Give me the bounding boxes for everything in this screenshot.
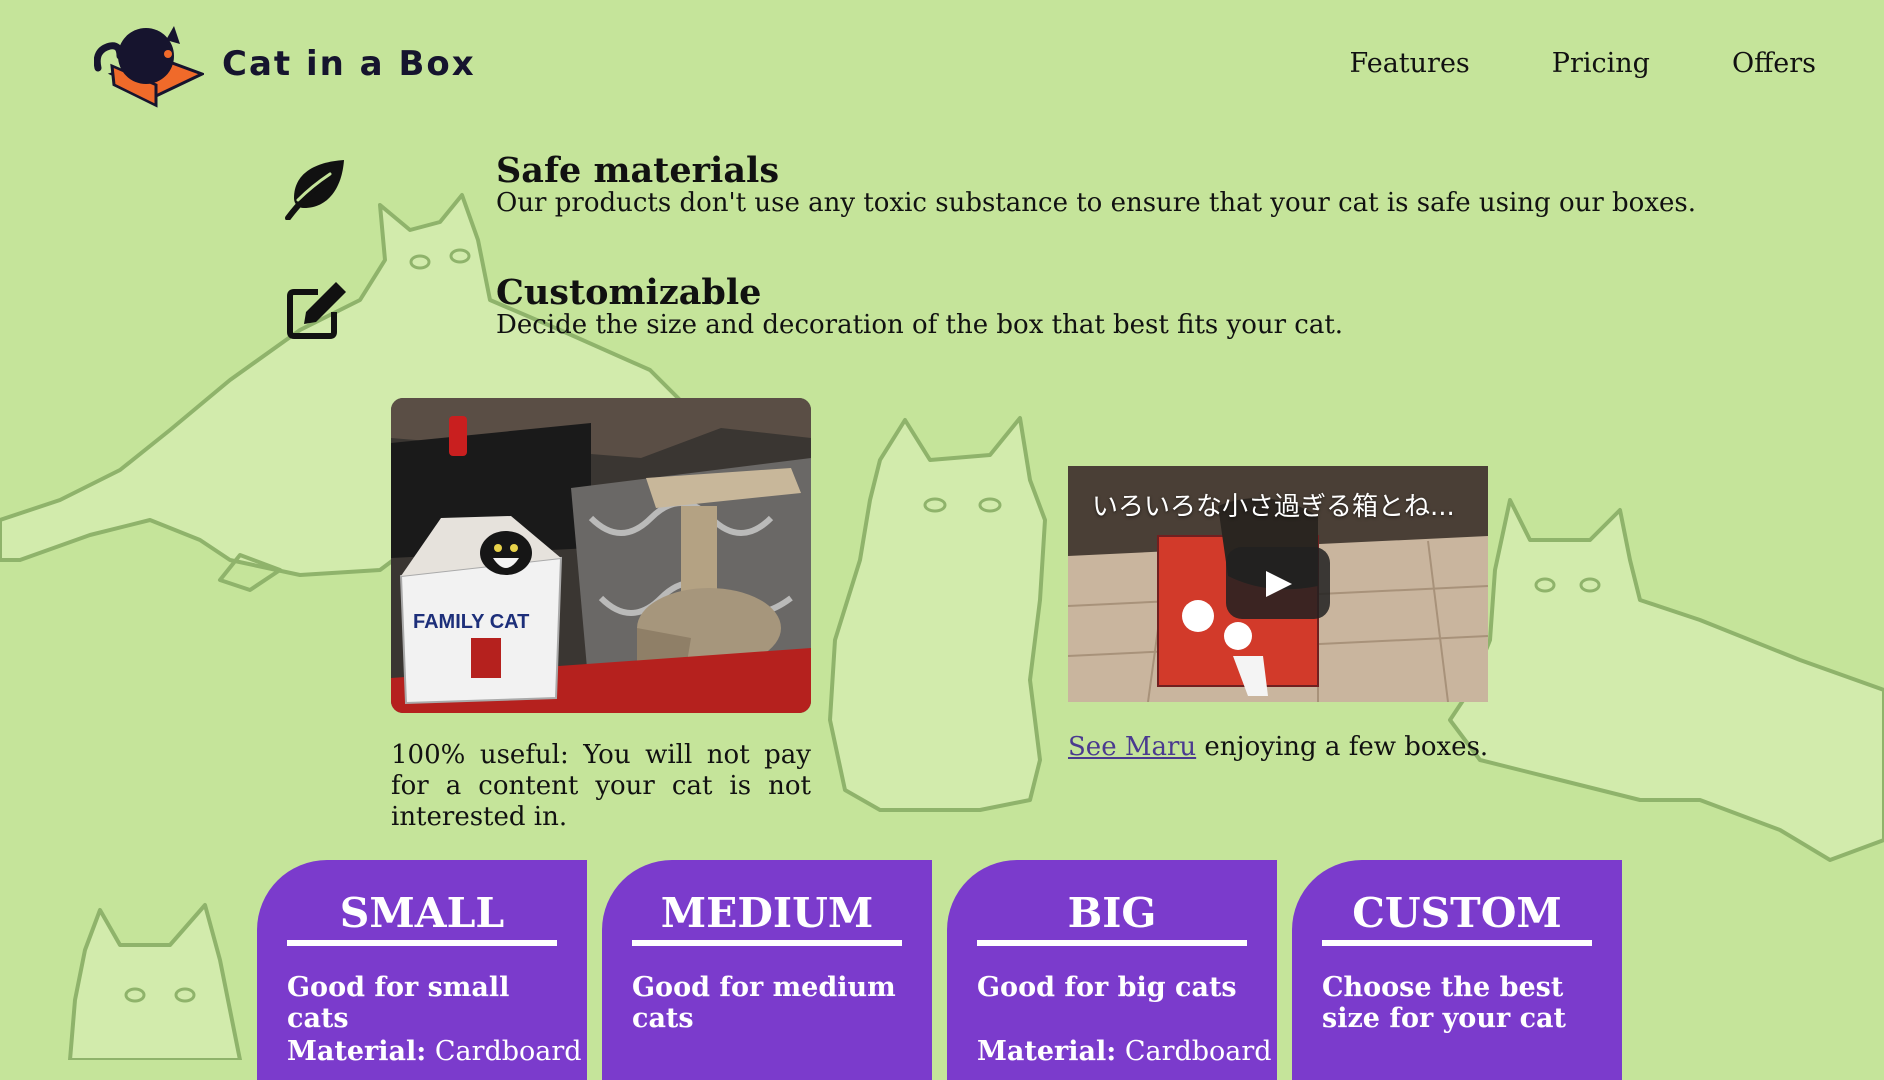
material-value: Cardboard (1116, 1036, 1272, 1067)
main-nav: Features Pricing Offers (1349, 48, 1816, 79)
plan-card-small: SMALL Good for small cats Material: Card… (257, 860, 587, 1080)
plan-title: SMALL (287, 888, 557, 946)
video-caption: See Maru enjoying a few boxes. (1068, 732, 1488, 762)
play-button[interactable] (1226, 547, 1330, 619)
cat-in-box-photo: FAMILY CAT (391, 398, 811, 713)
plan-card-big: BIG Good for big cats Material: Cardboar… (947, 860, 1277, 1080)
plan-material: Material: Cardboard (287, 1036, 582, 1067)
nav-pricing-link[interactable]: Pricing (1552, 48, 1650, 79)
feature-description: Decide the size and decoration of the bo… (496, 310, 1344, 340)
plan-card-medium: MEDIUM Good for medium cats (602, 860, 932, 1080)
plan-material: Material: Cardboard (977, 1036, 1272, 1067)
plan-description: Good for medium cats (632, 972, 896, 1034)
plan-description: Choose the best size for your cat (1322, 972, 1566, 1034)
feature-description: Our products don't use any toxic substan… (496, 188, 1696, 218)
plan-title: CUSTOM (1322, 888, 1592, 946)
feature-title: Safe materials (496, 150, 780, 191)
photo-caption: 100% useful: You will not pay for a cont… (391, 740, 811, 832)
nav-offers-link[interactable]: Offers (1732, 48, 1816, 79)
nav-features-link[interactable]: Features (1349, 48, 1469, 79)
plan-description: Good for small cats (287, 972, 510, 1034)
video-caption-text: enjoying a few boxes. (1196, 732, 1489, 762)
plan-title: BIG (977, 888, 1247, 946)
play-icon (1266, 571, 1292, 597)
material-label: Material: (977, 1036, 1117, 1067)
brand-name: Cat in a Box (222, 44, 476, 84)
material-value: Cardboard (426, 1036, 582, 1067)
edit-icon (287, 282, 346, 339)
video-title: いろいろな小さ過ぎる箱とね... (1092, 492, 1455, 522)
photo-box-label: FAMILY CAT (413, 611, 529, 633)
leaf-icon (285, 160, 344, 220)
feature-title: Customizable (496, 272, 762, 313)
material-label: Material: (287, 1036, 427, 1067)
plan-card-custom: CUSTOM Choose the best size for your cat (1292, 860, 1622, 1080)
see-maru-link[interactable]: See Maru (1068, 732, 1196, 762)
plan-title: MEDIUM (632, 888, 902, 946)
cat-box-logo[interactable] (94, 16, 204, 108)
video-embed[interactable]: いろいろな小さ過ぎる箱とね... (1068, 466, 1488, 702)
plan-description: Good for big cats (977, 972, 1237, 1003)
